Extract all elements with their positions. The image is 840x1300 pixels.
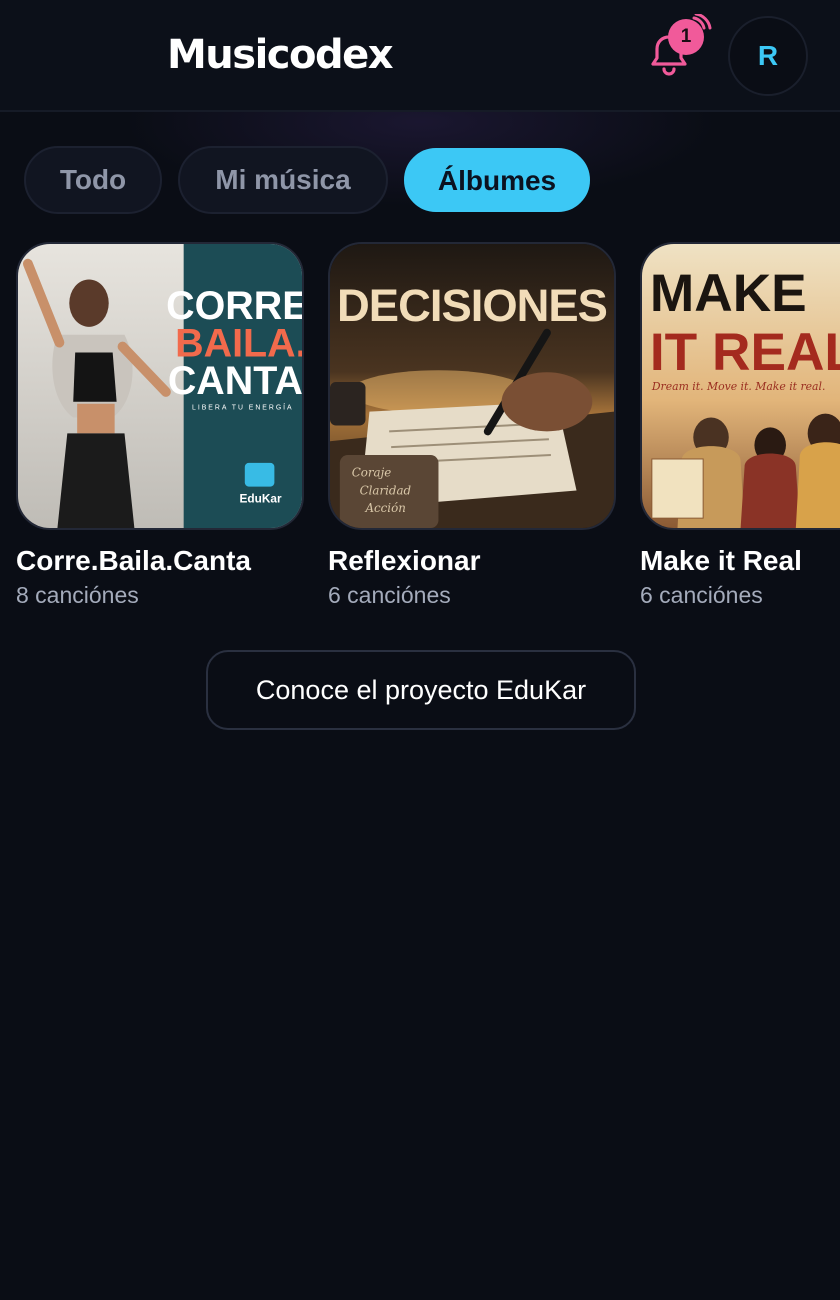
tab-albumes[interactable]: Álbumes (404, 148, 590, 212)
album-cover: DECISIONES Coraje Claridad Acción (328, 242, 616, 530)
album-title: Make it Real (640, 545, 802, 576)
cover-note-1: Coraje (352, 466, 392, 480)
album-song-count: 6 canciónes (328, 582, 451, 608)
album-title: Corre.Baila.Canta (16, 545, 251, 576)
tab-mi-musica[interactable]: Mi música (178, 146, 388, 214)
sound-wave-logo-icon (25, 20, 149, 92)
cover-tagline: Dream it. Move it. Make it real. (651, 380, 826, 393)
cover-text-line1: MAKE (650, 264, 807, 323)
album-card-make-it-real[interactable]: MAKE IT REAL Dream it. Move it. Make it … (640, 242, 840, 610)
album-card-reflexionar[interactable]: DECISIONES Coraje Claridad Acción Reflex… (328, 242, 616, 610)
cover-tagline: LIBERA TU ENERGÍA (192, 403, 294, 412)
cover-note-2: Claridad (360, 483, 412, 497)
cover-text-line3: CANTA. (168, 359, 302, 403)
cover-label: EduKar (240, 491, 282, 505)
edukar-logo-icon (244, 462, 275, 487)
cover-note-3: Acción (365, 501, 406, 515)
album-cover: MAKE IT REAL Dream it. Move it. Make it … (640, 242, 840, 530)
app-header: Musicodex 1 R (0, 0, 840, 112)
albums-carousel: CORRE. BAILA. CANTA. LIBERA TU ENERGÍA E… (16, 242, 840, 622)
album-card-corre-baila-canta[interactable]: CORRE. BAILA. CANTA. LIBERA TU ENERGÍA E… (16, 242, 304, 610)
notification-count-badge: 1 (668, 19, 704, 55)
notifications-button[interactable]: 1 (640, 14, 712, 86)
cover-headline: DECISIONES (337, 280, 607, 331)
brand-name: Musicodex (167, 32, 394, 78)
learn-about-edukar-button[interactable]: Conoce el proyecto EduKar (206, 650, 636, 730)
cover-text-line2: IT REAL (650, 323, 840, 382)
album-cover: CORRE. BAILA. CANTA. LIBERA TU ENERGÍA E… (16, 242, 304, 530)
album-song-count: 6 canciónes (640, 582, 763, 608)
album-song-count: 8 canciónes (16, 582, 139, 608)
user-avatar[interactable]: R (728, 16, 808, 96)
tab-todo[interactable]: Todo (24, 146, 162, 214)
album-title: Reflexionar (328, 545, 481, 576)
